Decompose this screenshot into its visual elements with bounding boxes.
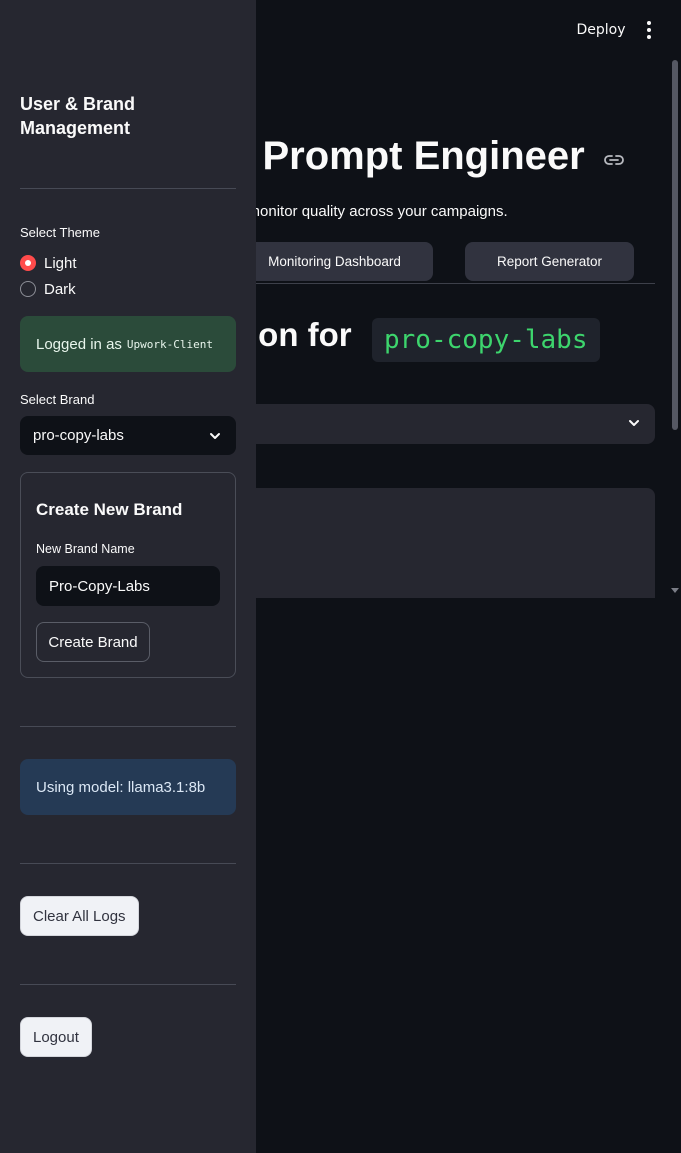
scrollbar-thumb[interactable] (672, 60, 678, 430)
login-prefix: Logged in as (36, 335, 122, 353)
brand-select-value: pro-copy-labs (33, 427, 124, 444)
main-select[interactable] (236, 404, 655, 444)
divider (20, 188, 236, 189)
main-text-area[interactable] (236, 488, 655, 598)
theme-option-light[interactable]: Light (20, 253, 77, 273)
divider (20, 863, 236, 864)
tab-report-generator[interactable]: Report Generator (465, 242, 634, 281)
divider (20, 984, 236, 985)
tab-monitoring-dashboard[interactable]: Monitoring Dashboard (236, 242, 433, 281)
create-brand-button[interactable]: Create Brand (36, 622, 150, 662)
brand-select-label: Select Brand (20, 392, 95, 407)
sidebar-title: User & Brand Management (20, 94, 136, 138)
page-title: - Prompt Engineer (238, 134, 585, 179)
divider (20, 726, 236, 727)
login-status-alert: Logged in as Upwork-Client (20, 316, 236, 372)
theme-label: Select Theme (20, 225, 100, 240)
brand-code-badge: pro-copy-labs (372, 318, 600, 362)
brand-name-label: New Brand Name (36, 542, 135, 556)
logout-button[interactable]: Logout (20, 1017, 92, 1057)
brand-select[interactable]: pro-copy-labs (20, 416, 236, 455)
deploy-button[interactable]: Deploy (572, 19, 630, 41)
clear-logs-button[interactable]: Clear All Logs (20, 896, 139, 936)
create-brand-title: Create New Brand (36, 500, 183, 519)
brand-name-input[interactable] (36, 566, 220, 606)
radio-selected-icon (20, 255, 36, 271)
kebab-menu-icon[interactable] (640, 20, 658, 40)
tab-divider (236, 283, 655, 284)
theme-option-label: Light (44, 254, 77, 272)
link-icon[interactable] (604, 153, 624, 167)
model-info-alert: Using model: llama3.1:8b (20, 759, 236, 815)
chevron-down-icon (629, 420, 639, 426)
page-title-text: Prompt Engineer (262, 134, 585, 178)
chevron-down-icon (210, 433, 220, 439)
theme-option-dark[interactable]: Dark (20, 279, 76, 299)
login-username: Upwork-Client (126, 337, 213, 351)
scroll-down-arrow-icon[interactable] (671, 588, 679, 593)
create-brand-form: Create New Brand New Brand Name Create B… (20, 472, 236, 678)
theme-option-label: Dark (44, 280, 76, 298)
radio-unselected-icon (20, 281, 36, 297)
page-subtitle: d monitor quality across your campaigns. (235, 203, 508, 220)
sidebar: User & Brand Management Select Theme Lig… (0, 0, 256, 1153)
